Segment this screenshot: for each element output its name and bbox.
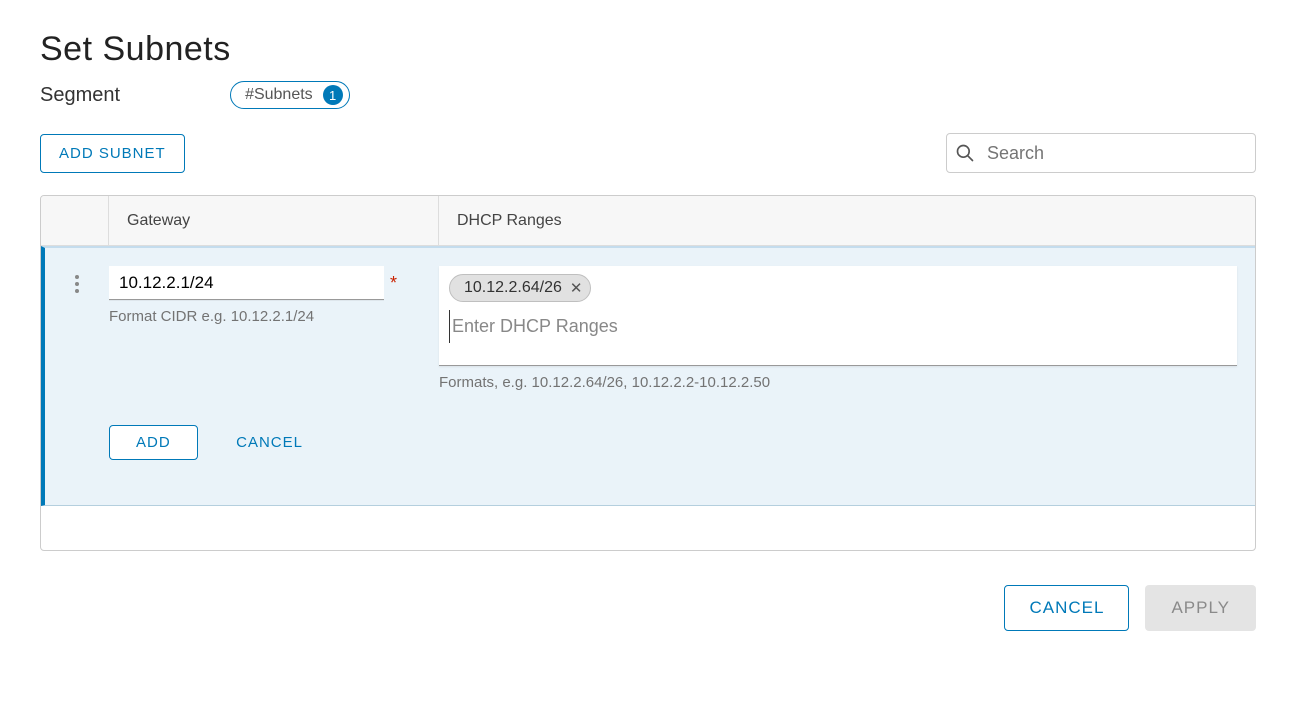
subnets-pill-count: 1 [323, 85, 343, 105]
toolbar: ADD SUBNET [40, 133, 1256, 173]
subnets-pill-label: #Subnets [245, 86, 313, 104]
dhcp-range-tag-label: 10.12.2.64/26 [464, 279, 562, 297]
row-cancel-button[interactable]: CANCEL [230, 433, 309, 452]
dhcp-ranges-input[interactable] [449, 310, 1227, 343]
cancel-button[interactable]: CANCEL [1004, 585, 1129, 631]
gateway-hint: Format CIDR e.g. 10.12.2.1/24 [109, 308, 429, 325]
header-actions-col [41, 196, 109, 245]
search-input[interactable] [985, 142, 1247, 165]
add-subnet-button[interactable]: ADD SUBNET [40, 134, 185, 173]
gateway-input[interactable] [109, 266, 384, 300]
remove-tag-icon[interactable]: ✕ [570, 279, 583, 297]
row-add-button[interactable]: ADD [109, 425, 198, 460]
header-gateway: Gateway [109, 196, 439, 245]
table-header: Gateway DHCP Ranges [41, 196, 1255, 246]
segment-label: Segment [40, 84, 120, 107]
apply-button[interactable]: APPLY [1145, 585, 1256, 631]
search-box[interactable] [946, 133, 1256, 173]
dhcp-range-tag: 10.12.2.64/26 ✕ [449, 274, 591, 302]
dhcp-ranges-field[interactable]: 10.12.2.64/26 ✕ [439, 266, 1237, 366]
set-subnets-modal: Set Subnets Segment #Subnets 1 ADD SUBNE… [0, 0, 1296, 710]
modal-footer: CANCEL APPLY [40, 585, 1256, 631]
subnets-table: Gateway DHCP Ranges * Format CIDR e.g. 1… [40, 195, 1256, 551]
subnet-edit-row: * Format CIDR e.g. 10.12.2.1/24 ADD CANC… [41, 246, 1255, 506]
table-empty-space [41, 506, 1255, 550]
search-icon [955, 143, 975, 163]
subnets-count-pill[interactable]: #Subnets 1 [230, 81, 350, 109]
modal-title: Set Subnets [40, 30, 1256, 69]
header-dhcp: DHCP Ranges [439, 212, 1255, 230]
segment-row: Segment #Subnets 1 [40, 81, 1256, 109]
dhcp-hint: Formats, e.g. 10.12.2.64/26, 10.12.2.2-1… [439, 374, 1237, 391]
required-indicator: * [390, 273, 397, 294]
row-actions-menu-icon[interactable] [75, 272, 79, 296]
